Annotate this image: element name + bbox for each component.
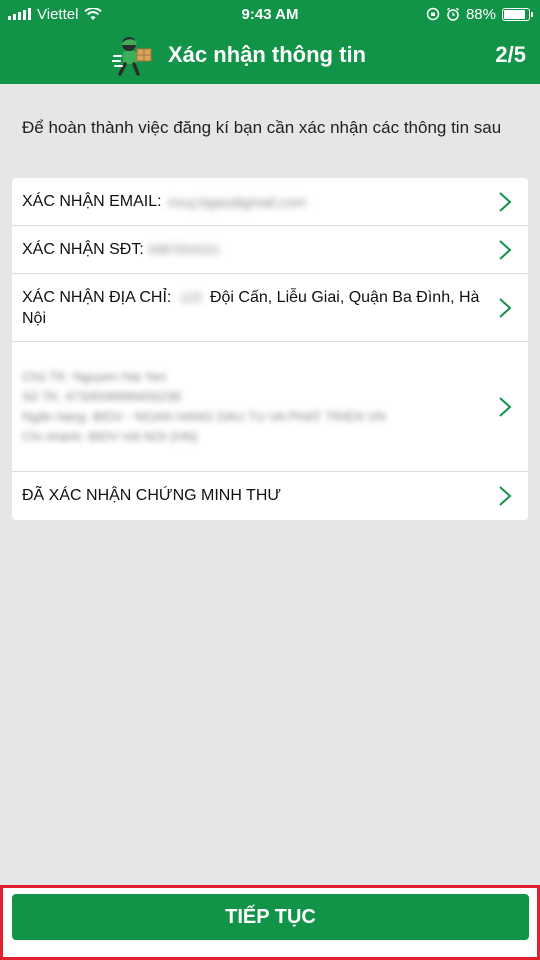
address-label: XÁC NHẬN ĐỊA CHỈ: (22, 288, 172, 306)
intro-text: Để hoàn thành việc đăng kí bạn cần xác n… (22, 118, 502, 137)
verify-bank-row[interactable]: Chủ TK: Nguyen Hai Yen Số TK: 4733508999… (12, 342, 528, 472)
email-value: nvuy.bgaudigmail.com (167, 193, 306, 210)
verification-list: XÁC NHẬN EMAIL: nvuy.bgaudigmail.com XÁC… (12, 178, 528, 520)
bank-line: Số TK: 4733508999456238 (22, 388, 181, 404)
chevron-right-icon (499, 297, 512, 318)
wifi-icon (84, 7, 103, 20)
verify-id-card-row[interactable]: ĐÃ XÁC NHẬN CHỨNG MINH THƯ (12, 472, 528, 520)
header-bar: Xác nhận thông tin 2/5 (0, 28, 540, 84)
chevron-right-icon (499, 396, 512, 417)
verify-phone-row[interactable]: XÁC NHẬN SĐT: 0987654321 (12, 226, 528, 274)
status-bar: Viettel 9:43 AM 88% (0, 0, 540, 28)
phone-value: 0987654321 (147, 242, 221, 257)
bank-line: Chi nhánh: BIDV HA NOI (HN) (22, 428, 198, 444)
continue-button[interactable]: TIẾP TỤC (12, 894, 529, 940)
delivery-man-logo-icon (112, 37, 152, 76)
phone-label: XÁC NHẬN SĐT: (22, 240, 144, 258)
carrier-name: Viettel (37, 5, 79, 23)
email-label: XÁC NHẬN EMAIL: (22, 192, 162, 210)
signal-icon (8, 8, 31, 20)
id-card-label: ĐÃ XÁC NHẬN CHỨNG MINH THƯ (22, 487, 282, 504)
bank-line: Ngân hàng: BIDV - NGAN HANG DAU TU VA PH… (22, 408, 386, 424)
battery-icon (502, 7, 533, 21)
chevron-right-icon (499, 239, 512, 260)
step-indicator: 2/5 (495, 42, 526, 67)
verify-address-row[interactable]: XÁC NHẬN ĐỊA CHỈ: 123 Đội Cấn, Liễu Giai… (12, 274, 528, 342)
verify-email-row[interactable]: XÁC NHẬN EMAIL: nvuy.bgaudigmail.com (12, 178, 528, 226)
bank-details: Chủ TK: Nguyen Hai Yen Số TK: 4733508999… (22, 367, 386, 447)
address-house-number: 123 (179, 289, 202, 305)
orientation-lock-icon (426, 7, 440, 21)
alarm-icon (446, 7, 459, 21)
page-title: Xác nhận thông tin (168, 42, 366, 67)
bank-line: Chủ TK: Nguyen Hai Yen (22, 368, 167, 384)
chevron-right-icon (499, 191, 512, 212)
chevron-right-icon (499, 486, 512, 506)
battery-percent: 88% (465, 5, 496, 23)
